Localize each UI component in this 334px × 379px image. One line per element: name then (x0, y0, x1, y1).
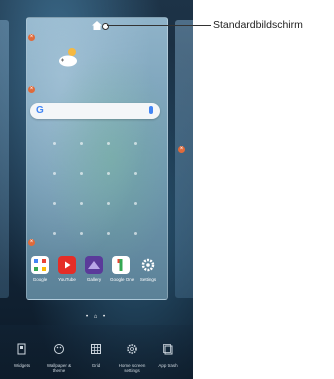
grid-dot (53, 172, 56, 175)
tool-label: Widgets (13, 363, 31, 368)
gear-icon (127, 344, 137, 354)
remove-widget-icon[interactable]: × (28, 86, 35, 93)
app-google[interactable]: Google (29, 256, 51, 282)
remove-page-icon[interactable]: × (28, 34, 35, 41)
grid-dot (107, 142, 110, 145)
youtube-icon (58, 256, 76, 274)
tool-label: Wallpaper & theme (46, 363, 72, 373)
app-label: YouTube (58, 277, 76, 282)
grid-dot (107, 172, 110, 175)
google-app-icon (31, 256, 49, 274)
grid-dot (80, 202, 83, 205)
tool-label: App trash (158, 363, 178, 368)
widgets-icon (17, 343, 26, 355)
app-gallery[interactable]: Gallery (83, 256, 105, 282)
page-indicator: • ⌂ • (86, 314, 108, 320)
tool-label: Home screen settings (118, 363, 146, 373)
tool-label: Grid (91, 363, 101, 368)
google-one-icon (112, 256, 130, 274)
grid-icon (91, 344, 101, 354)
weather-widget-icon[interactable] (57, 46, 81, 68)
grid-dot (107, 232, 110, 235)
remove-app-icon[interactable]: × (28, 239, 35, 246)
phone-screen: × × × × G Google YouTube Gallery Google … (0, 0, 193, 379)
grid-dot (134, 202, 137, 205)
mic-icon[interactable] (149, 106, 153, 114)
home-screen-settings-button[interactable]: Home screen settings (117, 342, 147, 373)
app-label: Google (32, 277, 48, 282)
trash-icon (163, 344, 173, 355)
side-page-left[interactable] (0, 20, 9, 298)
app-label: Settings (139, 277, 157, 282)
wallpaper-theme-button[interactable]: Wallpaper & theme (44, 342, 74, 373)
settings-gear-icon (139, 256, 157, 274)
widgets-button[interactable]: Widgets (7, 342, 37, 368)
app-youtube[interactable]: YouTube (56, 256, 78, 282)
app-settings[interactable]: Settings (137, 256, 159, 282)
app-label: Google One (110, 277, 135, 282)
google-search-bar[interactable]: G (30, 103, 160, 119)
grid-dot (107, 202, 110, 205)
grid-dot (134, 232, 137, 235)
side-page-right[interactable] (175, 20, 193, 298)
palette-icon (54, 344, 64, 354)
grid-dot (80, 172, 83, 175)
app-label: Gallery (86, 277, 102, 282)
grid-dot (53, 232, 56, 235)
callout-label: Standardbildschirm (213, 19, 303, 31)
gallery-icon (85, 256, 103, 274)
grid-dot (134, 142, 137, 145)
app-google-one[interactable]: Google One (110, 256, 135, 282)
grid-dot (134, 172, 137, 175)
callout-leader-line (107, 25, 211, 26)
app-trash-button[interactable]: App trash (153, 342, 183, 368)
grid-dot (80, 232, 83, 235)
grid-dot (53, 202, 56, 205)
grid-dot (53, 142, 56, 145)
remove-page-icon-right[interactable]: × (178, 146, 185, 153)
grid-button[interactable]: Grid (81, 342, 111, 368)
google-g-icon: G (36, 105, 44, 116)
grid-dot (80, 142, 83, 145)
home-icon[interactable] (92, 21, 102, 30)
